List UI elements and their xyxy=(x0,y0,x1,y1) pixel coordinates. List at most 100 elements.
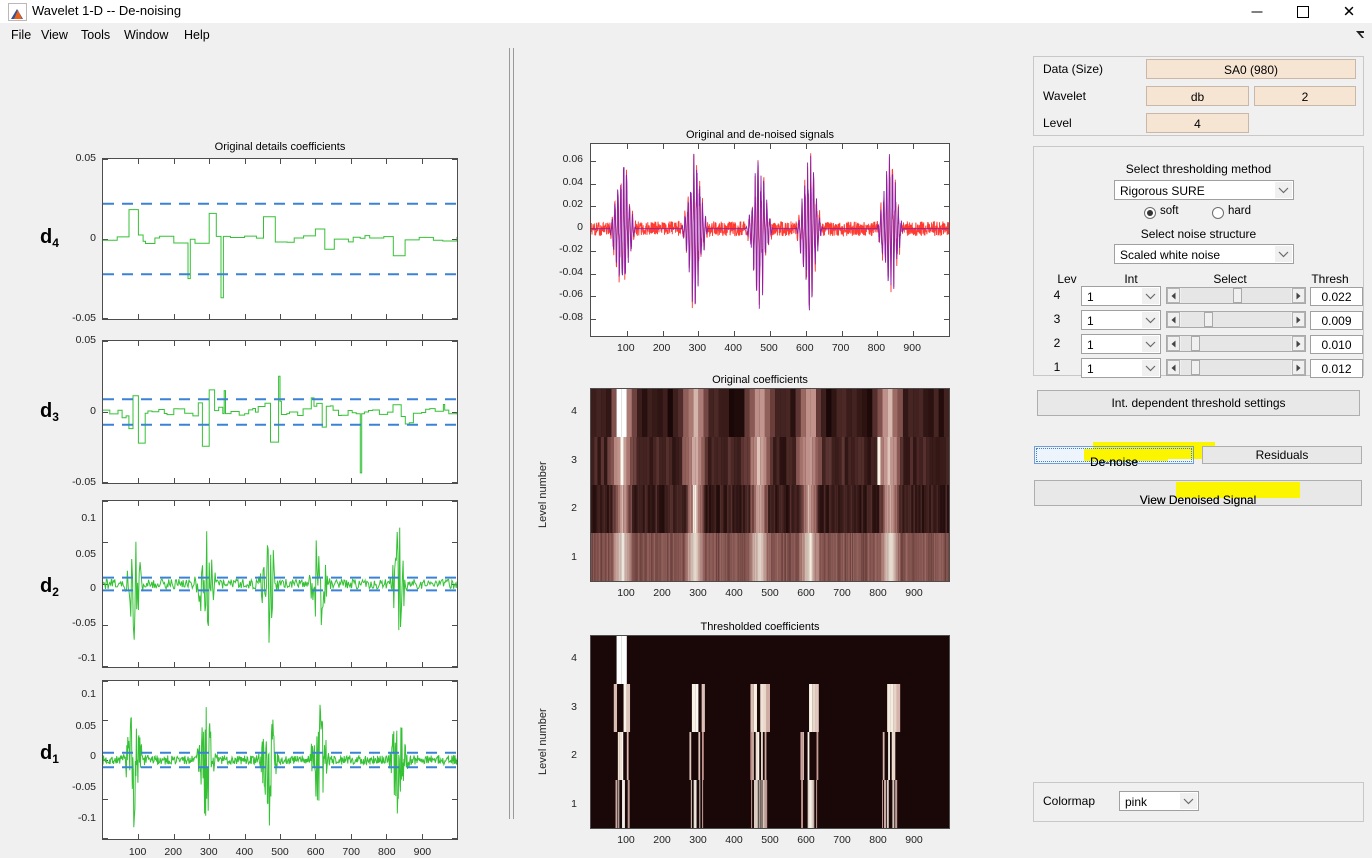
slider-track[interactable] xyxy=(1181,312,1291,327)
slider-right-arrow-icon[interactable] xyxy=(1292,360,1305,375)
signals-xtick-300: 300 xyxy=(688,342,707,354)
detail-plot-d4 xyxy=(102,158,458,320)
d1-ytick-3: 0 xyxy=(90,750,96,762)
thresholded_coefficients-xtick-400: 400 xyxy=(725,834,743,846)
original_coefficients-ytick-1: 1 xyxy=(571,550,577,563)
chevron-down-icon xyxy=(1275,246,1292,262)
threshold-input-level-3[interactable]: 0.009 xyxy=(1310,311,1363,330)
thresholded-coefficients-ylabel: Level number xyxy=(537,708,549,775)
slider-left-arrow-icon[interactable] xyxy=(1167,288,1180,303)
signals-ytick-0: 0 xyxy=(577,220,583,233)
colormap-select[interactable]: pink xyxy=(1119,791,1199,811)
thresholded_coefficients-xtick-800: 800 xyxy=(869,834,887,846)
close-button[interactable]: ✕ xyxy=(1326,0,1372,23)
int-select-level-2[interactable]: 1 xyxy=(1081,334,1161,354)
signals-plot-title: Original and de-noised signals xyxy=(686,129,834,141)
soft-label: soft xyxy=(1160,205,1179,217)
thresholding-method-title: Select thresholding method xyxy=(1125,162,1272,176)
level-number-4: 4 xyxy=(1053,288,1061,302)
slider-right-arrow-icon[interactable] xyxy=(1292,336,1305,351)
level-number-1: 1 xyxy=(1053,360,1061,374)
menu-overflow-icon[interactable] xyxy=(1355,29,1366,40)
d4-ytick-top: 0.05 xyxy=(75,152,96,164)
slider-right-arrow-icon[interactable] xyxy=(1292,288,1305,303)
d4-ytick-mid: 0 xyxy=(90,232,96,244)
original-coefficients-ylabel: Level number xyxy=(537,461,549,528)
signals-and-coefficients-pane: Original and de-noised signals 0.06 0.04 0… xyxy=(515,48,1025,846)
int-dependent-threshold-settings-button[interactable]: Int. dependent threshold settings xyxy=(1037,390,1360,416)
details-xtick-100: 100 xyxy=(128,846,147,858)
view-denoised-signal-caption[interactable]: View Denoised Signal xyxy=(1034,480,1362,507)
threshold-input-level-4[interactable]: 0.022 xyxy=(1310,287,1363,306)
threshold-input-level-1[interactable]: 0.012 xyxy=(1310,359,1363,378)
slider-left-arrow-icon[interactable] xyxy=(1167,360,1180,375)
int-select-level-4[interactable]: 1 xyxy=(1081,286,1161,306)
column-header-lev: Lev xyxy=(1057,272,1077,286)
menu-view[interactable]: View xyxy=(32,23,77,48)
original_coefficients-xtick-400: 400 xyxy=(725,587,743,599)
detail-plot-d3 xyxy=(102,340,458,484)
hard-label: hard xyxy=(1228,205,1252,217)
threshold-slider-level-4[interactable] xyxy=(1166,287,1306,304)
menu-tools[interactable]: Tools xyxy=(72,23,119,48)
threshold-slider-level-1[interactable] xyxy=(1166,359,1306,376)
original_coefficients-ytick-3: 3 xyxy=(571,453,577,466)
chevron-down-icon xyxy=(1142,360,1159,376)
threshold-slider-level-2[interactable] xyxy=(1166,335,1306,352)
denoise-button-caption[interactable]: De-noise xyxy=(1034,446,1194,469)
d1-ytick-1: 0.1 xyxy=(81,688,96,700)
slider-thumb[interactable] xyxy=(1232,288,1242,303)
slider-left-arrow-icon[interactable] xyxy=(1167,336,1180,351)
original_coefficients-xtick-900: 900 xyxy=(905,587,923,599)
thresholded_coefficients-ytick-3: 3 xyxy=(571,700,577,713)
title-bar: Wavelet 1-D -- De-noising ✕ xyxy=(0,0,1372,23)
residuals-button[interactable]: Residuals xyxy=(1202,446,1362,464)
original-coefficients-heatmap xyxy=(590,388,950,582)
d2-ytick-3: 0 xyxy=(90,582,96,594)
d2-ytick-5: -0.1 xyxy=(77,652,96,664)
thresholded_coefficients-xtick-700: 700 xyxy=(833,834,851,846)
d3-ytick-top: 0.05 xyxy=(75,334,96,346)
slider-thumb[interactable] xyxy=(1191,336,1201,351)
original_coefficients-xtick-200: 200 xyxy=(653,587,671,599)
slider-thumb[interactable] xyxy=(1191,360,1201,375)
window-title: Wavelet 1-D -- De-noising xyxy=(32,3,182,18)
slider-thumb[interactable] xyxy=(1203,312,1213,327)
slider-right-arrow-icon[interactable] xyxy=(1292,312,1305,327)
column-header-int: Int xyxy=(1124,272,1138,286)
maximize-button[interactable] xyxy=(1280,0,1326,23)
chevron-down-icon xyxy=(1142,336,1159,352)
detail-plot-d1 xyxy=(102,680,458,840)
noise-structure-select[interactable]: Scaled white noise xyxy=(1114,244,1294,264)
radio-dot-soft xyxy=(1144,207,1156,219)
d1-ytick-5: -0.1 xyxy=(77,812,96,824)
menu-window[interactable]: Window xyxy=(115,23,177,48)
signals-xtick-700: 700 xyxy=(831,342,850,354)
chevron-down-icon xyxy=(1275,182,1292,198)
matlab-wavelet-icon xyxy=(8,3,27,21)
detail-plot-d2 xyxy=(102,500,458,668)
thresholded_coefficients-xtick-900: 900 xyxy=(905,834,923,846)
threshold-slider-level-3[interactable] xyxy=(1166,311,1306,328)
threshold-input-level-2[interactable]: 0.010 xyxy=(1310,335,1363,354)
signals-ytick--0.08: -0.08 xyxy=(559,311,583,324)
signals-xtick-900: 900 xyxy=(903,342,921,354)
int-select-level-1[interactable]: 1 xyxy=(1081,358,1161,378)
thresholding-method-select[interactable]: Rigorous SURE xyxy=(1114,180,1294,200)
data-size-value: SA0 (980) xyxy=(1146,59,1356,79)
menu-help[interactable]: Help xyxy=(175,23,219,48)
slider-left-arrow-icon[interactable] xyxy=(1167,312,1180,327)
wavelet-family-field: db xyxy=(1146,86,1249,106)
pane-splitter[interactable] xyxy=(508,48,515,819)
int-select-level-3[interactable]: 1 xyxy=(1081,310,1161,330)
original_coefficients-xtick-500: 500 xyxy=(761,587,779,599)
details-xtick-700: 700 xyxy=(342,846,360,858)
control-panel: Data (Size) SA0 (980) Wavelet db 2 Level… xyxy=(1025,48,1372,822)
d3-ytick-mid: 0 xyxy=(90,405,96,417)
minimize-button[interactable] xyxy=(1234,0,1280,23)
wavelet-label: Wavelet xyxy=(1043,89,1086,103)
thresholded_coefficients-xtick-600: 600 xyxy=(797,834,815,846)
signals-xtick-200: 200 xyxy=(652,342,671,354)
wavelet-order-field: 2 xyxy=(1254,86,1356,106)
details-xtick-200: 200 xyxy=(164,846,182,858)
